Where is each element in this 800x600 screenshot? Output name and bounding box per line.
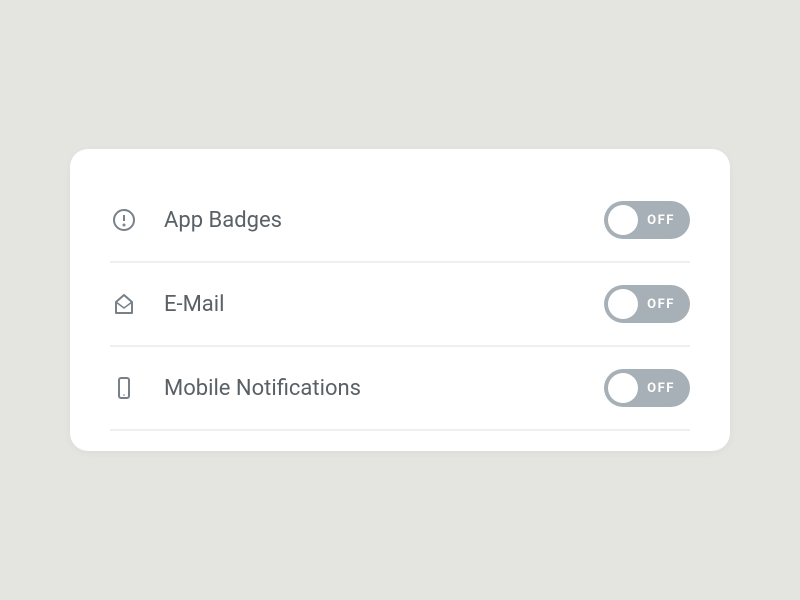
toggle-state-text: OFF — [638, 213, 686, 228]
toggle-knob — [608, 205, 638, 235]
settings-card: App Badges OFF E-Mail OFF Mobile Notific… — [70, 149, 730, 451]
setting-label: Mobile Notifications — [164, 376, 604, 401]
toggle-state-text: OFF — [638, 297, 686, 312]
setting-row-email: E-Mail OFF — [110, 263, 690, 347]
toggle-knob — [608, 373, 638, 403]
setting-row-mobile: Mobile Notifications OFF — [110, 347, 690, 431]
alert-circle-icon — [110, 206, 138, 234]
toggle-mobile[interactable]: OFF — [604, 369, 690, 407]
toggle-knob — [608, 289, 638, 319]
toggle-email[interactable]: OFF — [604, 285, 690, 323]
mail-open-icon — [110, 290, 138, 318]
setting-row-app-badges: App Badges OFF — [110, 179, 690, 263]
toggle-app-badges[interactable]: OFF — [604, 201, 690, 239]
setting-label: App Badges — [164, 208, 604, 233]
toggle-state-text: OFF — [638, 381, 686, 396]
setting-label: E-Mail — [164, 292, 604, 317]
mobile-icon — [110, 374, 138, 402]
